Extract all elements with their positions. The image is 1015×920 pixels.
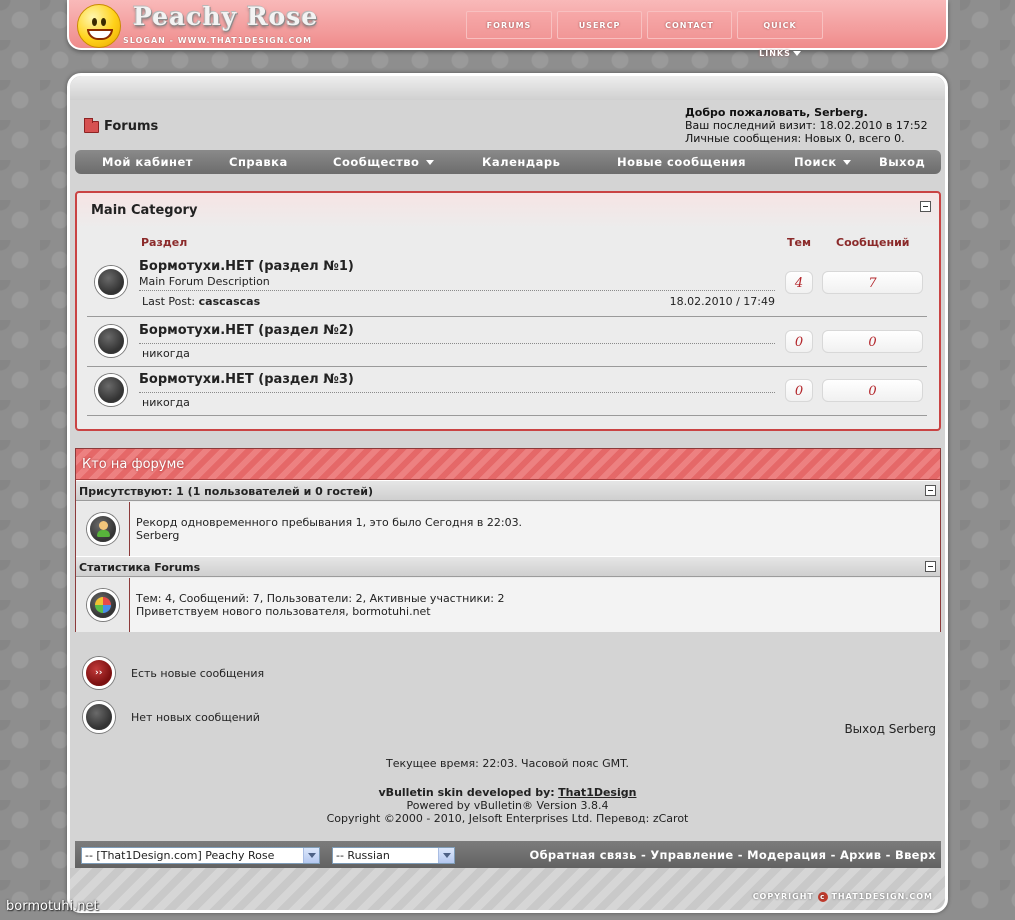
nav-calendar[interactable]: Календарь — [482, 150, 560, 174]
forum-title[interactable]: Бормотухи.НЕТ (раздел №1) — [139, 259, 354, 274]
breadcrumb: Forums — [84, 117, 158, 134]
forum-last-post: никогда — [142, 347, 190, 360]
users-icon — [87, 513, 119, 545]
online-users-title[interactable]: Присутствуют: 1 (1 пользователей и 0 гос… — [79, 485, 373, 498]
smiley-logo-icon — [77, 4, 121, 48]
online-record: Рекорд одновременного пребывания 1, это … — [136, 516, 523, 529]
whos-online-title[interactable]: Кто на форуме — [82, 457, 184, 472]
watermark: bormotuhi.net — [6, 899, 99, 914]
thread-count: 0 — [785, 379, 813, 402]
online-users-body: Рекорд одновременного пребывания 1, это … — [76, 502, 940, 556]
dropdown-arrow-icon — [303, 848, 319, 863]
thread-count: 0 — [785, 330, 813, 353]
footer-links[interactable]: Обратная связь - Управление - Модерация … — [530, 848, 936, 862]
legend-no-new-posts: Нет новых сообщений — [131, 711, 260, 724]
dropdown-arrow-icon — [438, 848, 454, 863]
nav-logout[interactable]: Выход — [879, 150, 925, 174]
nav-help[interactable]: Справка — [229, 150, 288, 174]
post-count: 0 — [822, 379, 923, 402]
powered-by: Powered by vBulletin® Version 3.8.4 — [406, 799, 609, 812]
forum-row: Бормотухи.НЕТ (раздел №1) Main Forum Des… — [87, 253, 927, 317]
thread-count: 4 — [785, 271, 813, 294]
col-threads: Тем — [787, 236, 811, 249]
copyright-icon: c — [817, 892, 828, 902]
forum-status-icon — [95, 325, 127, 357]
stats-counts: Тем: 4, Сообщений: 7, Пользователи: 2, А… — [136, 592, 505, 605]
welcome-block: Добро пожаловать, Serberg. Ваш последний… — [685, 106, 928, 145]
caret-down-icon — [843, 160, 852, 165]
top-nav: FORUMS USERCP CONTACT QUICK LINKS — [466, 11, 823, 58]
top-nav-quick-links[interactable]: QUICK LINKS — [737, 11, 823, 58]
logo-title[interactable]: Peachy Rose — [133, 2, 318, 31]
nav-search[interactable]: Поиск — [794, 150, 852, 174]
col-section: Раздел — [141, 236, 188, 249]
nav-new-posts[interactable]: Новые сообщения — [617, 150, 746, 174]
language-select[interactable]: -- Russian — [332, 847, 455, 864]
forum-row: Бормотухи.НЕТ (раздел №3) никогда 0 0 — [87, 367, 927, 416]
forum-status-icon — [95, 374, 127, 406]
nav-community[interactable]: Сообщество — [333, 150, 434, 174]
legend-new-posts: Есть новые сообщения — [131, 667, 265, 680]
new-posts-icon: ›› — [83, 657, 115, 689]
collapse-icon[interactable] — [925, 485, 936, 496]
welcome-greeting: Добро пожаловать, Serberg. — [685, 106, 868, 119]
breadcrumb-forums[interactable]: Forums — [104, 119, 158, 134]
stats-body: Тем: 4, Сообщений: 7, Пользователи: 2, А… — [76, 578, 940, 632]
col-posts: Сообщений — [836, 236, 910, 249]
private-messages[interactable]: Личные сообщения: Новых 0, всего 0. — [685, 132, 928, 145]
top-nav-forums[interactable]: FORUMS — [466, 11, 552, 39]
quick-links-label: QUICK LINKS — [759, 21, 797, 58]
stats-header: Статистика Forums — [76, 556, 940, 577]
collapse-icon[interactable] — [925, 561, 936, 572]
logo-slogan: SLOGAN - WWW.THAT1DESIGN.COM — [123, 36, 313, 45]
forum-last-post-date: 18.02.2010 / 17:49 — [669, 295, 775, 308]
site-header: Peachy Rose SLOGAN - WWW.THAT1DESIGN.COM… — [67, 0, 948, 58]
forum-title[interactable]: Бормотухи.НЕТ (раздел №2) — [139, 323, 354, 338]
no-new-posts-icon — [83, 701, 115, 733]
whos-online-header: Кто на форуме — [76, 449, 940, 480]
whos-online-box: Кто на форуме Присутствуют: 1 (1 пользов… — [75, 448, 941, 632]
forum-row: Бормотухи.НЕТ (раздел №2) никогда 0 0 — [87, 318, 927, 367]
stats-title: Статистика Forums — [79, 561, 201, 574]
skin-author-link[interactable]: That1Design — [558, 786, 636, 799]
main-navbar: Мой кабинет Справка Сообщество Календарь… — [75, 150, 941, 174]
folder-icon — [84, 117, 99, 133]
logout-link[interactable]: Выход Serberg — [844, 722, 936, 736]
last-visit: Ваш последний визит: 18.02.2010 в 17:52 — [685, 119, 928, 132]
forum-last-post: Last Post: cascascas — [142, 295, 261, 308]
footer-bar: -- [That1Design.com] Peachy Rose -- Russ… — [75, 841, 941, 869]
online-user-link[interactable]: Serberg — [136, 529, 522, 542]
post-count: 0 — [822, 330, 923, 353]
top-nav-usercp[interactable]: USERCP — [557, 11, 642, 39]
main-category: Main Category Раздел Тем Сообщений Бормо… — [75, 191, 941, 431]
caret-down-icon — [425, 160, 434, 165]
category-title[interactable]: Main Category — [91, 203, 197, 218]
forum-status-icon — [95, 266, 127, 298]
current-time: Текущее время: 22:03. Часовой пояс GMT. — [385, 757, 629, 770]
forum-title[interactable]: Бормотухи.НЕТ (раздел №3) — [139, 372, 354, 387]
collapse-icon[interactable] — [920, 201, 931, 212]
copyright-text: Copyright ©2000 - 2010, Jelsoft Enterpri… — [326, 812, 689, 825]
top-nav-contact[interactable]: CONTACT — [647, 11, 732, 39]
last-post-link[interactable]: cascascas — [199, 295, 260, 308]
skin-credit: vBulletin skin developed by: That1Design — [378, 786, 637, 799]
stats-chart-icon — [87, 589, 119, 621]
forum-description: Main Forum Description — [139, 275, 270, 288]
caret-down-icon — [792, 51, 801, 56]
newest-member: Приветствуем нового пользователя, bormot… — [136, 605, 431, 618]
post-count: 7 — [822, 271, 923, 294]
forum-last-post: никогда — [142, 396, 190, 409]
bottom-copyright: COPYRIGHT c THAT1DESIGN.COM — [752, 892, 933, 902]
main-panel: Forums Добро пожаловать, Serberg. Ваш по… — [67, 73, 948, 913]
nav-my-cabinet[interactable]: Мой кабинет — [102, 150, 193, 174]
style-select[interactable]: -- [That1Design.com] Peachy Rose — [81, 847, 320, 864]
online-users-header: Присутствуют: 1 (1 пользователей и 0 гос… — [76, 480, 940, 501]
